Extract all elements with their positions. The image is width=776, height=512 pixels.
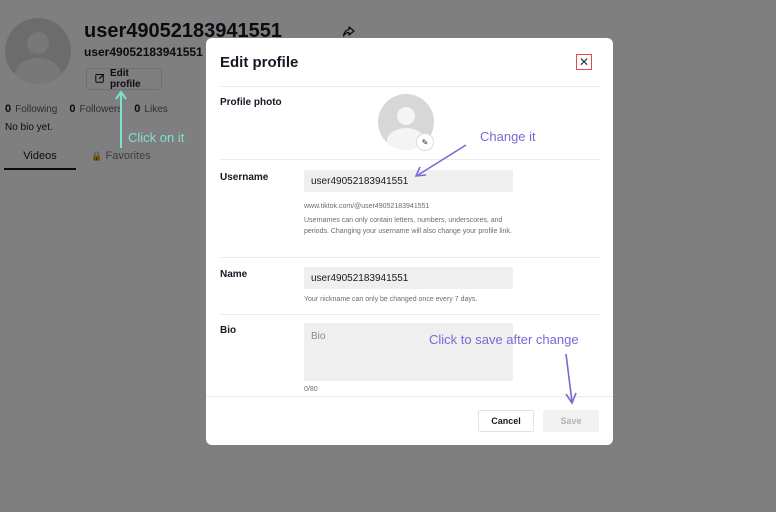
bio-label: Bio (220, 325, 237, 336)
close-icon[interactable]: ✕ (576, 54, 592, 70)
bio-char-count: 0/80 (304, 386, 318, 393)
divider (220, 314, 600, 315)
edit-profile-dialog: Edit profile ✕ Profile photo ✎ Username … (206, 38, 613, 445)
save-button[interactable]: Save (543, 410, 599, 432)
username-url: www.tiktok.com/@user49052183941551 (304, 203, 430, 210)
name-label: Name (220, 269, 248, 280)
divider (206, 396, 613, 397)
name-input[interactable] (304, 267, 513, 289)
username-label: Username (220, 172, 269, 183)
profile-photo-label: Profile photo (220, 97, 282, 108)
change-arrow-annotation (414, 144, 467, 177)
change-it-annotation: Change it (480, 129, 536, 144)
divider (220, 86, 600, 87)
divider (220, 257, 600, 258)
click-to-save-annotation: Click to save after change (429, 332, 579, 347)
dialog-title: Edit profile (220, 54, 299, 71)
save-arrow-annotation (565, 353, 577, 405)
click-on-it-annotation: Click on it (128, 130, 185, 145)
cancel-button[interactable]: Cancel (478, 410, 534, 432)
username-help: Usernames can only contain letters, numb… (304, 217, 512, 235)
name-help: Your nickname can only be changed once e… (304, 296, 478, 303)
